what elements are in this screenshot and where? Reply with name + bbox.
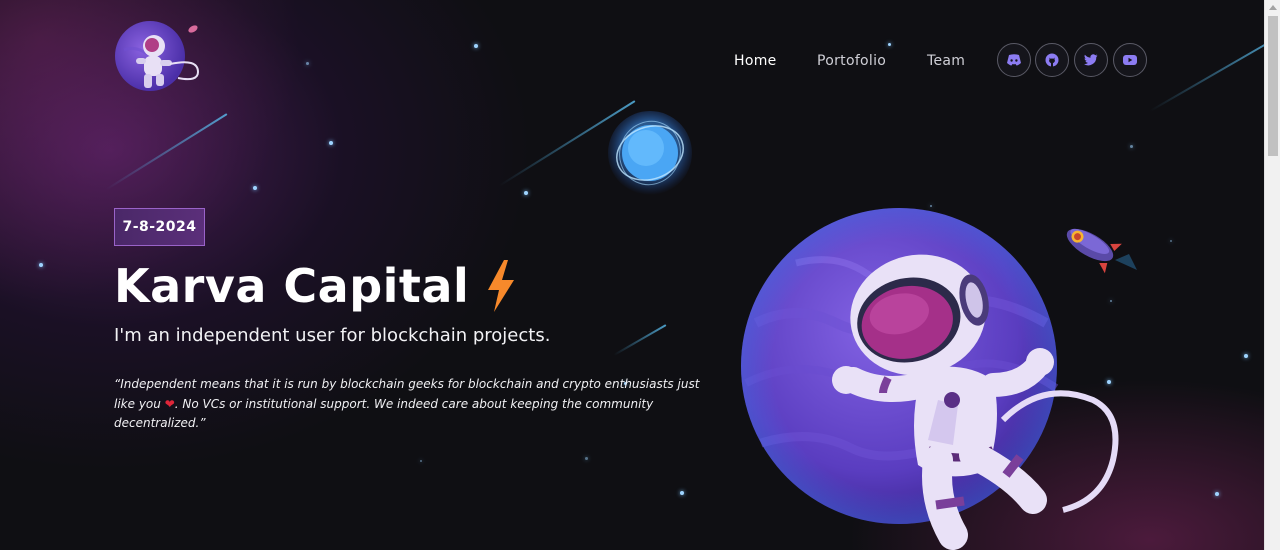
scroll-up-button[interactable] bbox=[1265, 0, 1280, 14]
astronaut-illustration bbox=[832, 254, 1119, 550]
shooting-star bbox=[613, 324, 667, 356]
logo-astronaut-icon[interactable] bbox=[114, 20, 206, 100]
nav-portfolio-link[interactable]: Portofolio bbox=[817, 53, 886, 69]
star bbox=[474, 44, 478, 48]
shooting-star bbox=[1149, 35, 1264, 112]
youtube-button[interactable] bbox=[1113, 43, 1147, 77]
discord-button[interactable] bbox=[997, 43, 1031, 77]
twitter-button[interactable] bbox=[1074, 43, 1108, 77]
youtube-icon bbox=[1123, 55, 1137, 65]
blue-planet-icon bbox=[608, 111, 692, 195]
star bbox=[888, 43, 891, 46]
date-badge: 7-8-2024 bbox=[114, 208, 205, 246]
discord-icon bbox=[1007, 54, 1021, 66]
star bbox=[306, 62, 309, 65]
nav-home-link[interactable]: Home bbox=[734, 53, 777, 69]
hero-subtitle: I'm an independent user for blockchain p… bbox=[114, 325, 551, 346]
star bbox=[680, 491, 684, 495]
star bbox=[253, 186, 257, 190]
lightning-bolt-icon bbox=[488, 260, 514, 312]
shooting-star bbox=[106, 113, 228, 191]
quote-text-end: . No VCs or institutional support. We in… bbox=[114, 396, 654, 431]
twitter-icon bbox=[1084, 54, 1098, 66]
star bbox=[1215, 492, 1219, 496]
nav-team-link[interactable]: Team bbox=[927, 53, 965, 69]
star bbox=[1244, 354, 1248, 358]
heart-icon: ❤ bbox=[164, 396, 175, 411]
page-title: Karva Capital bbox=[114, 259, 470, 313]
scroll-thumb[interactable] bbox=[1268, 16, 1278, 156]
star bbox=[585, 457, 588, 460]
github-icon bbox=[1045, 53, 1059, 67]
hero-background: Home Portofolio Team 7-8-2024 Karva Capi… bbox=[0, 0, 1264, 550]
chevron-up-icon bbox=[1269, 4, 1277, 10]
star bbox=[329, 141, 333, 145]
star bbox=[1170, 240, 1172, 242]
hero-quote: “Independent means that it is run by blo… bbox=[114, 375, 714, 434]
github-button[interactable] bbox=[1035, 43, 1069, 77]
star bbox=[39, 263, 43, 267]
page-scrollbar[interactable] bbox=[1264, 0, 1280, 550]
star bbox=[1130, 145, 1133, 148]
star bbox=[524, 191, 528, 195]
star bbox=[420, 460, 422, 462]
